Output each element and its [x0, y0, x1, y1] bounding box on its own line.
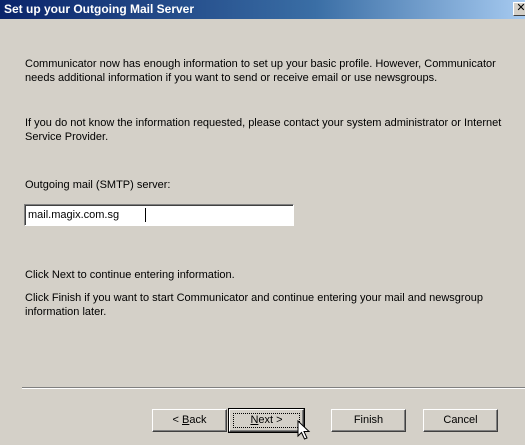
- back-rest: ack: [189, 414, 207, 426]
- mouse-pointer-icon: [297, 420, 311, 440]
- close-icon: ✕: [516, 2, 525, 14]
- next-button[interactable]: Next >: [228, 408, 305, 433]
- finish-instruction: Click Finish if you want to start Commun…: [25, 292, 483, 318]
- text-caret: [145, 208, 146, 222]
- back-prefix: <: [172, 414, 182, 426]
- window-title: Set up your Outgoing Mail Server: [4, 2, 195, 16]
- button-separator: [22, 387, 525, 389]
- next-instruction: Click Next to continue entering informat…: [25, 269, 235, 281]
- setup-wizard-dialog: Set up your Outgoing Mail Server ✕ Commu…: [0, 0, 525, 445]
- finish-button[interactable]: Finish: [331, 409, 406, 432]
- back-button[interactable]: < Back: [152, 409, 227, 432]
- contact-paragraph: If you do not know the information reque…: [25, 117, 502, 143]
- cancel-button[interactable]: Cancel: [423, 409, 498, 432]
- smtp-server-label: Outgoing mail (SMTP) server:: [25, 179, 171, 191]
- title-bar[interactable]: Set up your Outgoing Mail Server ✕: [0, 0, 525, 19]
- intro-paragraph: Communicator now has enough information …: [25, 58, 496, 84]
- close-button[interactable]: ✕: [513, 2, 525, 16]
- focus-ring: [233, 413, 300, 428]
- smtp-server-input[interactable]: [24, 204, 294, 226]
